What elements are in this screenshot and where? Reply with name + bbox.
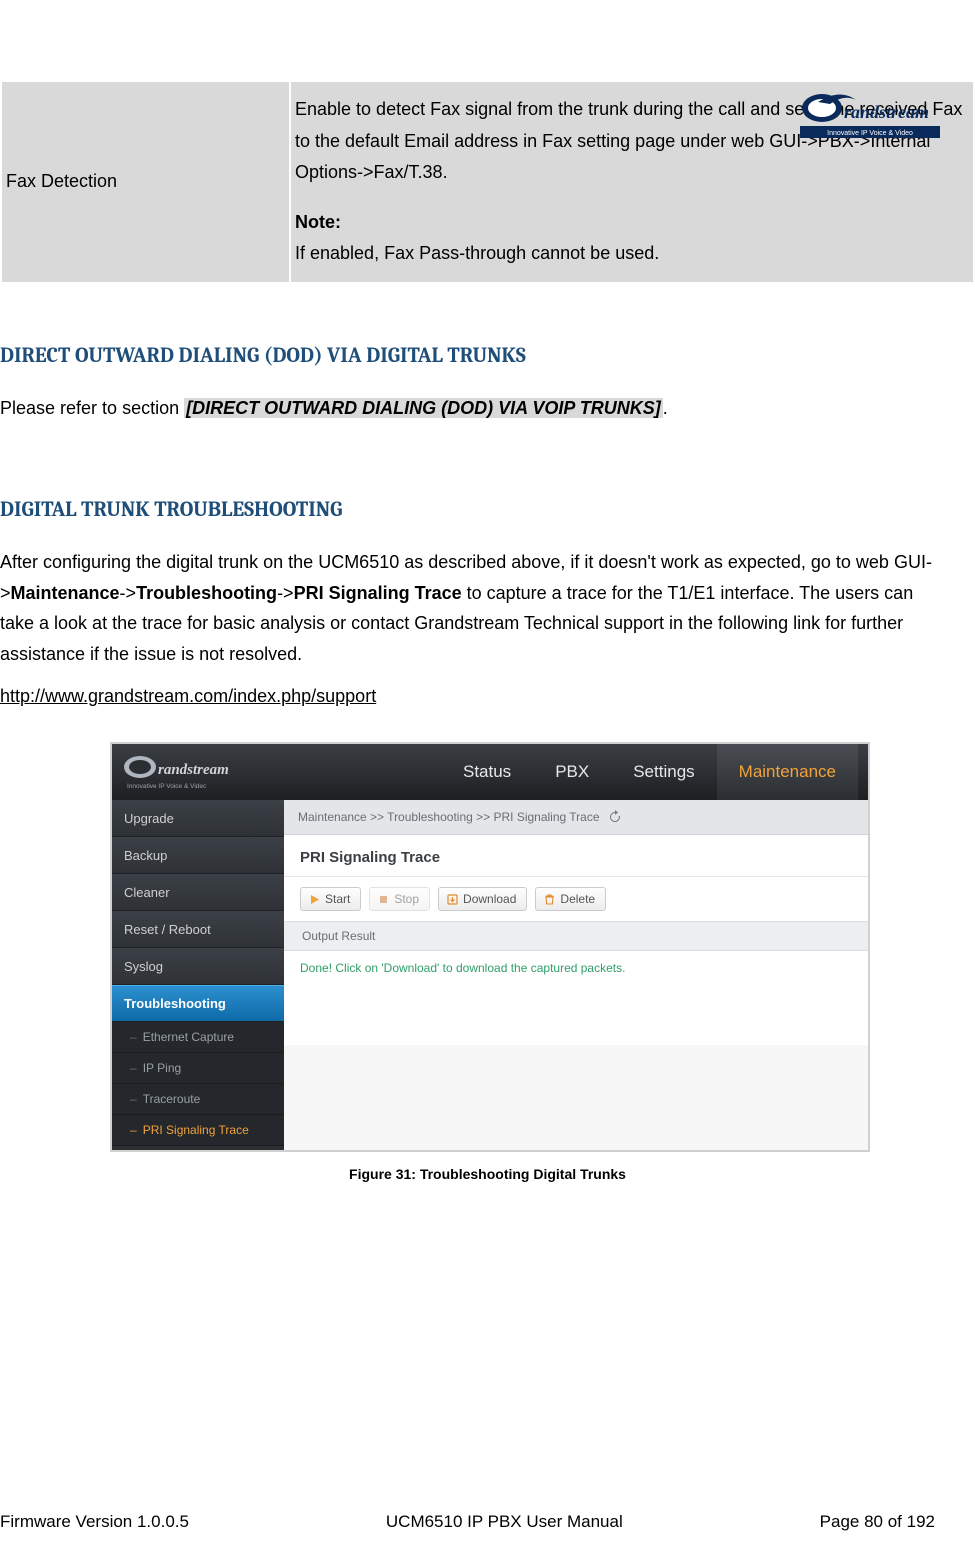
trash-icon: [544, 894, 555, 905]
nav-settings[interactable]: Settings: [611, 744, 716, 800]
sidebar-item-syslog[interactable]: Syslog: [112, 948, 284, 985]
start-button[interactable]: Start: [300, 887, 361, 911]
sidebar-sub-traceroute[interactable]: –Traceroute: [112, 1084, 284, 1115]
svg-text:Innovative IP Voice & Videc: Innovative IP Voice & Videc: [127, 783, 207, 790]
stop-icon: [378, 894, 389, 905]
stop-button[interactable]: Stop: [369, 887, 430, 911]
ui-topbar: randstream Innovative IP Voice & Videc S…: [112, 744, 868, 800]
ui-logo: randstream Innovative IP Voice & Videc: [112, 744, 262, 800]
page-footer: Firmware Version 1.0.0.5 UCM6510 IP PBX …: [0, 1512, 975, 1532]
sidebar-item-reset-reboot[interactable]: Reset / Reboot: [112, 911, 284, 948]
figure-caption: Figure 31: Troubleshooting Digital Trunk…: [0, 1166, 975, 1182]
grandstream-logo: randstream Innovative IP Voice & Video: [800, 90, 940, 140]
sidebar: Upgrade Backup Cleaner Reset / Reboot Sy…: [112, 800, 284, 1150]
breadcrumb: Maintenance >> Troubleshooting >> PRI Si…: [284, 800, 868, 835]
toolbar: Start Stop Download Delete: [284, 877, 868, 921]
support-link[interactable]: http://www.grandstream.com/index.php/sup…: [0, 686, 376, 706]
section-dod-heading: DIRECT OUTWARD DIALING (DOD) VIA DIGITAL…: [0, 344, 940, 368]
download-button[interactable]: Download: [438, 887, 527, 911]
play-icon: [309, 894, 320, 905]
sidebar-sub-ethernet-capture[interactable]: –Ethernet Capture: [112, 1022, 284, 1053]
footer-title: UCM6510 IP PBX User Manual: [386, 1512, 623, 1532]
footer-version: Firmware Version 1.0.0.5: [0, 1512, 189, 1532]
section-dod-body: Please refer to section [DIRECT OUTWARD …: [0, 393, 940, 424]
section-troubleshoot-body: After configuring the digital trunk on t…: [0, 547, 940, 669]
delete-button[interactable]: Delete: [535, 887, 606, 911]
svg-text:randstream: randstream: [158, 762, 229, 778]
download-icon: [447, 894, 458, 905]
sidebar-item-upgrade[interactable]: Upgrade: [112, 800, 284, 837]
section-troubleshoot-heading: DIGITAL TRUNK TROUBLESHOOTING: [0, 498, 940, 522]
output-result-header: Output Result: [284, 921, 868, 951]
refresh-icon[interactable]: [608, 810, 622, 824]
output-result-text: Done! Click on 'Download' to download th…: [284, 951, 868, 1045]
sidebar-item-cleaner[interactable]: Cleaner: [112, 874, 284, 911]
sidebar-sub-pri-signaling-trace[interactable]: –PRI Signaling Trace: [112, 1115, 284, 1146]
nav-status[interactable]: Status: [441, 744, 533, 800]
embedded-ui-screenshot: randstream Innovative IP Voice & Videc S…: [110, 742, 870, 1152]
footer-page: Page 80 of 192: [820, 1512, 975, 1532]
sidebar-sub-ip-ping[interactable]: –IP Ping: [112, 1053, 284, 1084]
sidebar-item-backup[interactable]: Backup: [112, 837, 284, 874]
svg-text:randstream: randstream: [844, 102, 929, 122]
fax-detection-label: Fax Detection: [1, 81, 290, 283]
nav-maintenance[interactable]: Maintenance: [717, 744, 858, 800]
svg-text:Innovative IP Voice & Video: Innovative IP Voice & Video: [827, 130, 913, 137]
panel-title: PRI Signaling Trace: [284, 835, 868, 877]
section-dod-ref: [DIRECT OUTWARD DIALING (DOD) VIA VOIP T…: [184, 398, 663, 418]
nav-pbx[interactable]: PBX: [533, 744, 611, 800]
sidebar-item-troubleshooting[interactable]: Troubleshooting: [112, 985, 284, 1022]
